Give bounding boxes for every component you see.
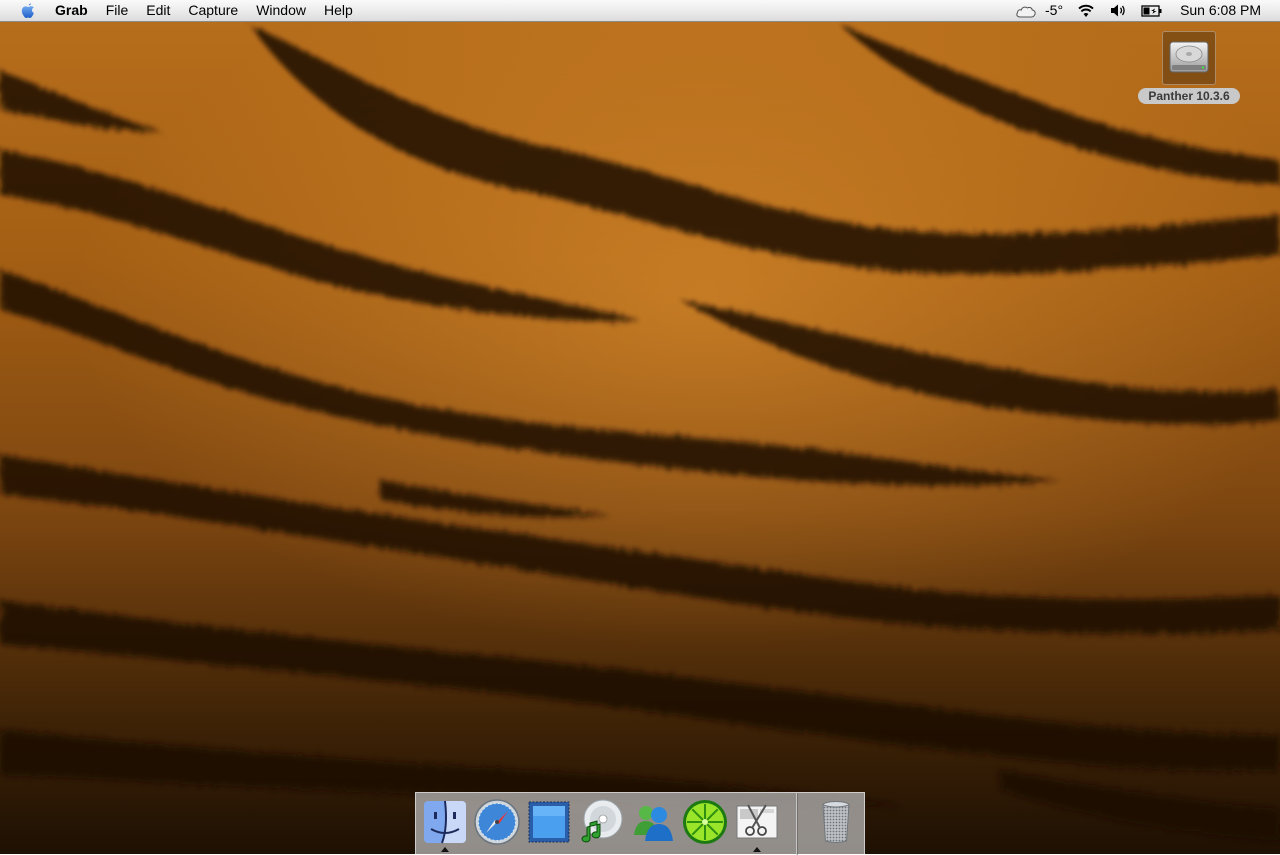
- desktop-icon-label: Panther 10.3.6: [1138, 88, 1240, 104]
- dock-item-finder[interactable]: [418, 797, 472, 852]
- menu-window[interactable]: Window: [247, 0, 315, 21]
- dock-separator: [796, 793, 798, 855]
- weather-menu-extra[interactable]: -5°: [1008, 0, 1070, 21]
- dock-item-safari[interactable]: [470, 797, 524, 851]
- safari-icon: [472, 797, 522, 852]
- dock-item-grab[interactable]: [730, 797, 784, 852]
- wifi-icon[interactable]: [1070, 3, 1102, 18]
- apple-menu-icon[interactable]: [18, 1, 38, 21]
- menu-help[interactable]: Help: [315, 0, 362, 21]
- menu-capture[interactable]: Capture: [179, 0, 247, 21]
- menu-edit[interactable]: Edit: [137, 0, 179, 21]
- trash-icon: [811, 797, 861, 852]
- cloud-icon: [1015, 3, 1037, 19]
- desktop: [0, 0, 1280, 854]
- running-indicator: [441, 847, 449, 852]
- grab-icon: [732, 797, 782, 852]
- finder-icon: [420, 797, 470, 852]
- limewire-icon: [680, 797, 730, 852]
- dock: [415, 792, 865, 855]
- dock-item-trash[interactable]: [809, 797, 863, 851]
- dock-item-messenger[interactable]: [626, 797, 680, 851]
- menu-file[interactable]: File: [97, 0, 138, 21]
- battery-icon[interactable]: [1134, 4, 1170, 17]
- preview-icon: [524, 797, 574, 852]
- itunes-icon: [576, 797, 626, 852]
- menu-bar: Grab File Edit Capture Window Help -5° S…: [0, 0, 1280, 22]
- menu-clock[interactable]: Sun 6:08 PM: [1170, 0, 1280, 21]
- dock-item-preview[interactable]: [522, 797, 576, 851]
- tiger-wallpaper: [0, 25, 1280, 840]
- menu-app-grab[interactable]: Grab: [52, 0, 97, 21]
- messenger-icon: [628, 797, 678, 852]
- desktop-icon-panther[interactable]: Panther 10.3.6: [1133, 31, 1245, 105]
- temperature-text: -5°: [1045, 2, 1064, 18]
- dock-item-limewire[interactable]: [678, 797, 732, 851]
- dock-item-itunes[interactable]: [574, 797, 628, 851]
- volume-icon[interactable]: [1102, 3, 1134, 18]
- running-indicator: [753, 847, 761, 852]
- hard-drive-icon: [1162, 31, 1216, 85]
